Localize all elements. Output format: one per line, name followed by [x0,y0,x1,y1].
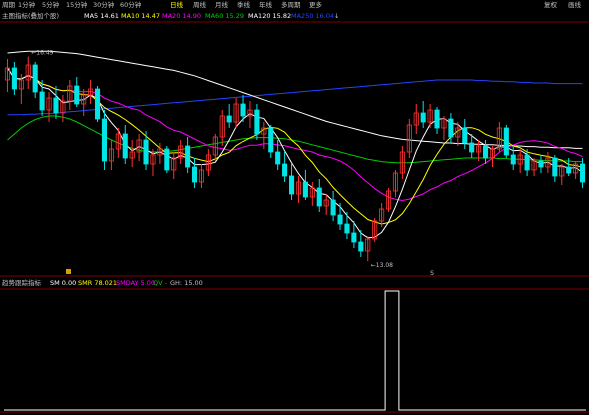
candle-body [254,109,260,135]
candle-body [101,118,108,162]
sub-indicator-legend: 趋势跟踪指标 SM 0.00 SMR 78.021 SMDAY 5.00 QV … [0,278,589,288]
ma20-line [7,67,583,202]
high-price-label: ←16.49 [31,50,53,57]
candle-body [226,115,232,123]
candle-body [316,187,322,207]
smday-value: SMDAY 5.00 [116,279,156,287]
candle-body [434,109,440,129]
candle-body [11,67,17,90]
candle-body [302,181,308,198]
sub-indicator-line [4,290,586,411]
ma120-line [7,50,583,149]
smr-value: SMR 78.021 [78,279,118,287]
candle-body [552,157,558,177]
low-price-label: ←13.08 [371,262,393,269]
price-chart[interactable]: ←16.49 ←13.08 S [0,0,589,415]
candle-body [337,214,343,225]
candle-body [275,151,281,165]
candle-body [74,85,80,105]
ma10-line [7,67,583,225]
candle-body [469,142,475,153]
signal-marker-label: S [430,270,434,277]
candle-body [32,64,38,93]
candle-body [510,154,516,165]
candle-body [268,127,274,153]
candle-body [53,97,59,114]
candle-body [420,112,426,123]
candle-body [185,145,191,168]
candle-body [240,103,246,117]
candle-body [191,166,198,183]
candle-body [94,88,101,120]
candle-body [288,175,295,195]
gh-value: GH: 15.00 [170,279,203,287]
candle-body [448,118,454,138]
candle-body [344,223,350,234]
ma60-line [7,115,583,164]
event-marker-icon[interactable] [66,269,71,274]
qv-value: QV - [153,279,167,287]
candle-body [462,127,468,144]
candle-body [503,127,509,156]
candle-body [164,148,170,171]
candle-body [579,163,586,183]
sub-indicator-title[interactable]: 趋势跟踪指标 [2,278,41,288]
candle-body [282,163,288,177]
candle-body [566,166,572,174]
candle-body [122,133,128,159]
candle-body [143,139,149,165]
candle-body [39,91,45,111]
candle-body [524,154,530,171]
candle-body [351,232,357,243]
ma5-line [7,67,583,239]
candle-body [538,160,544,168]
candle-body [330,199,336,216]
candle-body [482,145,489,159]
sm-value: SM 0.00 [50,279,77,287]
candle-body [358,241,364,252]
